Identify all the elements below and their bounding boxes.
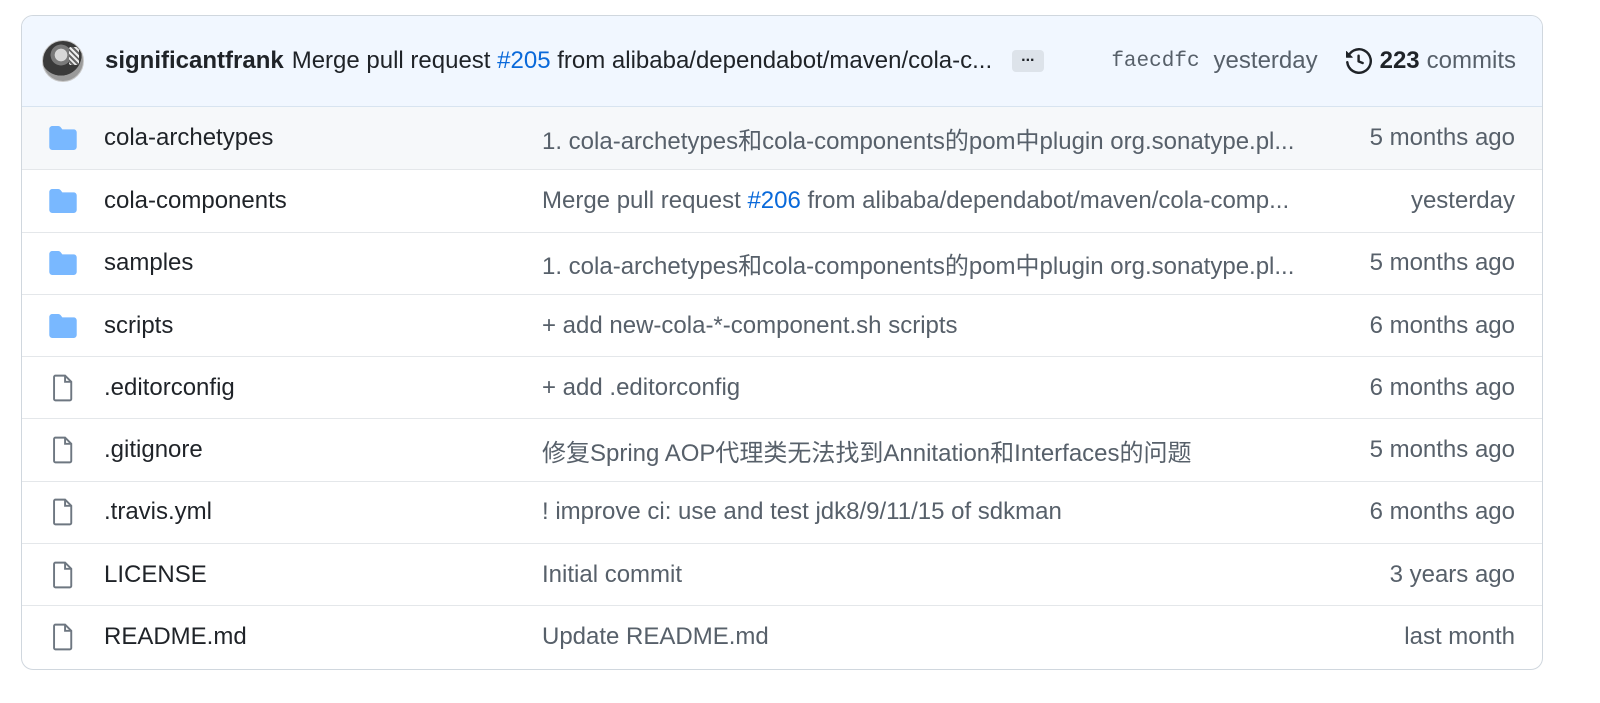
- file-icon-wrap: [48, 435, 78, 465]
- file-commit-message[interactable]: Merge pull request #206 from alibaba/dep…: [542, 187, 1411, 215]
- file-browser: significantfrank Merge pull request #205…: [21, 15, 1543, 670]
- folder-icon: [49, 188, 77, 213]
- file-commit-text: Merge pull request: [542, 186, 748, 214]
- file-name[interactable]: .travis.yml: [104, 498, 542, 526]
- file-commit-age[interactable]: 6 months ago: [1370, 312, 1515, 340]
- file-icon: [53, 499, 73, 526]
- file-commit-age[interactable]: 6 months ago: [1370, 374, 1515, 402]
- file-row[interactable]: .travis.yml! improve ci: use and test jd…: [22, 480, 1542, 543]
- file-commit-message[interactable]: + add new-cola-*-component.sh scripts: [542, 312, 1370, 340]
- file-commit-text: + add new-cola-*-component.sh scripts: [542, 311, 958, 339]
- file-commit-message[interactable]: Update README.md: [542, 623, 1404, 651]
- history-icon: [1345, 48, 1372, 74]
- file-icon: [53, 623, 73, 651]
- commit-sha[interactable]: faecdfc: [1111, 50, 1199, 73]
- file-name[interactable]: README.md: [104, 623, 542, 651]
- file-commit-age[interactable]: 5 months ago: [1370, 436, 1515, 464]
- file-icon: [53, 374, 73, 402]
- commit-message[interactable]: Merge pull request #205 from alibaba/dep…: [292, 47, 992, 75]
- folder-icon: [49, 126, 77, 151]
- commit-count-label: commits: [1426, 47, 1516, 74]
- file-name[interactable]: samples: [104, 249, 542, 277]
- file-commit-text: 1. cola-archetypes和cola-components的pom中p…: [542, 252, 1295, 280]
- file-commit-text: 修复Spring AOP代理类无法找到Annitation和Interfaces…: [542, 439, 1192, 467]
- file-commit-message[interactable]: 1. cola-archetypes和cola-components的pom中p…: [542, 246, 1370, 281]
- file-commit-age[interactable]: 5 months ago: [1370, 249, 1515, 277]
- folder-icon-wrap: [48, 311, 78, 341]
- file-row[interactable]: cola-archetypes 1. cola-archetypes和cola-c…: [22, 107, 1542, 170]
- file-row[interactable]: LICENSE Initial commit 3 years ago: [22, 543, 1542, 605]
- file-commit-text: Initial commit: [542, 560, 683, 588]
- folder-icon-wrap: [48, 248, 78, 278]
- file-commit-message[interactable]: ! improve ci: use and test jdk8/9/11/15 …: [542, 498, 1370, 526]
- folder-icon-wrap: [48, 186, 78, 216]
- commit-time[interactable]: yesterday: [1214, 47, 1318, 75]
- expand-message-button[interactable]: ...: [1012, 49, 1044, 72]
- file-name[interactable]: .gitignore: [104, 436, 542, 464]
- file-commit-text: 1. cola-archetypes和cola-components的pom中p…: [542, 127, 1295, 155]
- file-commit-text: + add .editorconfig: [542, 373, 741, 401]
- file-commit-text: ! improve ci: use and test jdk8/9/11/15 …: [542, 498, 1062, 526]
- file-commit-message[interactable]: 1. cola-archetypes和cola-components的pom中p…: [542, 121, 1370, 156]
- commit-message-prefix: Merge pull request: [291, 47, 498, 74]
- file-commit-age[interactable]: 5 months ago: [1370, 124, 1515, 152]
- file-commit-age[interactable]: yesterday: [1411, 187, 1515, 215]
- file-commit-pr-link[interactable]: #206: [747, 187, 800, 214]
- file-icon-wrap: [48, 622, 78, 652]
- folder-icon: [49, 313, 77, 338]
- file-name[interactable]: cola-components: [104, 187, 542, 215]
- commit-author[interactable]: significantfrank: [105, 47, 284, 75]
- file-row[interactable]: .gitignore 修复Spring AOP代理类无法找到Annitation和…: [22, 418, 1542, 480]
- folder-icon-wrap: [48, 123, 78, 153]
- file-row[interactable]: samples 1. cola-archetypes和cola-component…: [22, 231, 1542, 294]
- file-icon-wrap: [48, 497, 78, 527]
- file-row[interactable]: README.md Update README.md last month: [22, 605, 1542, 667]
- file-icon-wrap: [48, 373, 78, 403]
- file-commit-text: Update README.md: [542, 623, 769, 651]
- pr-link[interactable]: #205: [497, 47, 550, 74]
- latest-commit-bar: significantfrank Merge pull request #205…: [22, 16, 1542, 107]
- file-icon: [53, 436, 73, 464]
- file-commit-text-after: from alibaba/dependabot/maven/cola-comp.…: [800, 186, 1290, 214]
- commits-link[interactable]: 223 commits: [1345, 47, 1516, 75]
- file-commit-age[interactable]: 3 years ago: [1390, 561, 1515, 589]
- file-commit-message[interactable]: + add .editorconfig: [542, 374, 1370, 402]
- file-list: cola-archetypes 1. cola-archetypes和cola-c…: [22, 107, 1542, 668]
- file-icon-wrap: [48, 560, 78, 590]
- file-icon: [53, 561, 73, 589]
- file-commit-age[interactable]: 6 months ago: [1370, 498, 1515, 526]
- file-row[interactable]: scripts + add new-cola-*-component.sh scr…: [22, 293, 1542, 356]
- commit-message-suffix: from alibaba/dependabot/maven/cola-c...: [550, 47, 993, 74]
- file-name[interactable]: cola-archetypes: [104, 124, 542, 152]
- file-name[interactable]: scripts: [104, 312, 542, 340]
- file-commit-message[interactable]: Initial commit: [542, 561, 1390, 589]
- commit-count: 223: [1379, 47, 1420, 74]
- file-row[interactable]: .editorconfig + add .editorconfig 6 months…: [22, 356, 1542, 418]
- author-avatar[interactable]: [42, 40, 84, 82]
- folder-icon: [49, 251, 77, 276]
- file-commit-age[interactable]: last month: [1404, 623, 1515, 651]
- file-name[interactable]: LICENSE: [104, 561, 542, 589]
- file-row[interactable]: cola-components Merge pull request #206 f…: [22, 169, 1542, 231]
- file-commit-message[interactable]: 修复Spring AOP代理类无法找到Annitation和Interfaces…: [542, 433, 1370, 468]
- file-name[interactable]: .editorconfig: [104, 374, 542, 402]
